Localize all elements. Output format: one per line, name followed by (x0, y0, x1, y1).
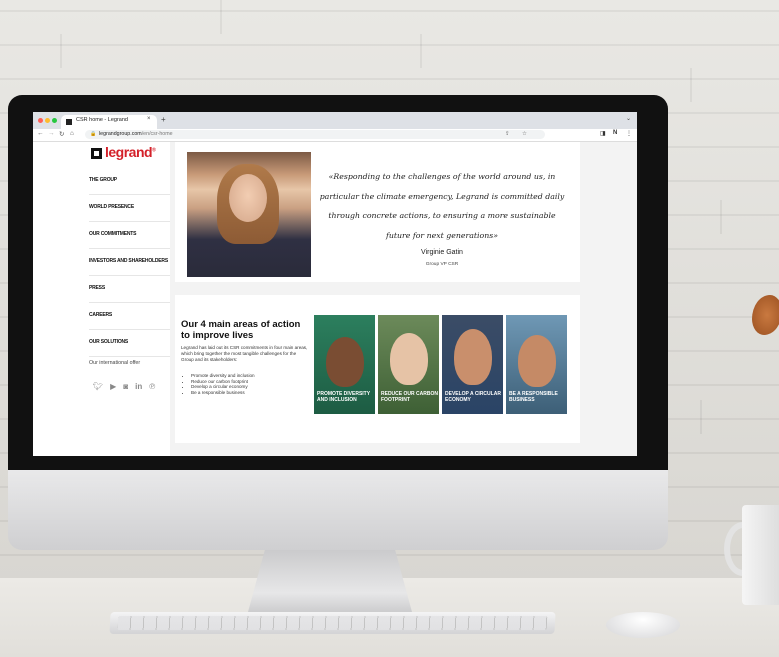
menu-item-the-group[interactable]: THE GROUP (89, 168, 170, 195)
bookmark-star-icon[interactable]: ☆ (522, 131, 527, 137)
logo-mark-icon (91, 148, 102, 159)
extension-icon[interactable]: N (613, 130, 617, 136)
sidebar-toggle-icon[interactable]: ◨ (600, 130, 606, 137)
browser-window: CSR home - Legrand × + ⌄ ← → ↻ ⌂ 🔒 legra… (33, 112, 637, 456)
menu-item-world-presence[interactable]: WORLD PRESENCE (89, 195, 170, 222)
coffee-mug (742, 505, 779, 605)
tab-title: CSR home - Legrand (76, 117, 128, 123)
instagram-icon[interactable]: ◙ (123, 382, 128, 391)
list-item: Be a responsible business (191, 390, 319, 396)
main-menu: THE GROUP WORLD PRESENCE OUR COMMITMENTS… (89, 168, 170, 357)
keyboard (109, 612, 556, 634)
maximize-window-dot[interactable] (52, 118, 57, 123)
browser-toolbar: ← → ↻ ⌂ 🔒 legrandgroup.com/en/csr-home ⇪… (33, 129, 637, 142)
site-sidebar: legrand® THE GROUP WORLD PRESENCE OUR CO… (33, 142, 170, 456)
back-arrow-icon[interactable]: ← (37, 130, 44, 137)
action-areas-card: Our 4 main areas of action to improve li… (175, 295, 580, 443)
monitor-chin (8, 470, 668, 550)
areas-heading: Our 4 main areas of action to improve li… (181, 319, 301, 341)
tab-search-chevron-icon[interactable]: ⌄ (626, 115, 631, 122)
tile-carbon-footprint[interactable]: REDUCE OUR CARBON FOOTPRINT (378, 315, 439, 414)
address-bar[interactable]: 🔒 legrandgroup.com/en/csr-home ⇪ ☆ (85, 130, 545, 139)
lock-icon: 🔒 (90, 131, 97, 137)
menu-item-investors[interactable]: INVESTORS AND SHAREHOLDERS (89, 249, 170, 276)
menu-item-our-solutions[interactable]: OUR SOLUTIONS (89, 330, 170, 357)
tile-responsible-business[interactable]: BE A RESPONSIBLE BUSINESS (506, 315, 567, 414)
quote-card: «Responding to the challenges of the wor… (175, 142, 580, 282)
youtube-icon[interactable]: ▶ (110, 382, 116, 391)
menu-item-press[interactable]: PRESS (89, 276, 170, 303)
menu-item-careers[interactable]: CAREERS (89, 303, 170, 330)
csr-quote: «Responding to the challenges of the wor… (319, 172, 565, 240)
minimize-window-dot[interactable] (45, 118, 50, 123)
url-text: legrandgroup.com/en/csr-home (99, 131, 173, 137)
logo-text: legrand® (105, 144, 156, 160)
international-offer-link[interactable]: Our international offer (89, 360, 140, 366)
areas-bullet-list: Promote diversity and inclusion Reduce o… (181, 373, 319, 395)
new-tab-button[interactable]: + (161, 115, 166, 124)
close-window-dot[interactable] (38, 118, 43, 123)
favicon-icon (66, 119, 72, 125)
close-tab-icon[interactable]: × (147, 116, 151, 122)
home-icon[interactable]: ⌂ (70, 130, 74, 137)
tile-diversity-inclusion[interactable]: PROMOTE DIVERSITY AND INCLUSION (314, 315, 375, 414)
share-icon[interactable]: ⇪ (505, 131, 510, 137)
web-page: legrand® THE GROUP WORLD PRESENCE OUR CO… (33, 142, 637, 456)
menu-item-our-commitments[interactable]: OUR COMMITMENTS (89, 222, 170, 249)
linkedin-icon[interactable]: in (135, 382, 142, 391)
areas-description: Legrand has laid out its CSR commitments… (181, 345, 308, 362)
tile-circular-economy[interactable]: DEVELOP A CIRCULAR ECONOMY (442, 315, 503, 414)
legrand-logo[interactable]: legrand® (91, 144, 156, 163)
mouse (606, 612, 680, 638)
tab-strip: CSR home - Legrand × + ⌄ (33, 112, 637, 129)
portrait-photo (187, 152, 311, 277)
quote-author-role: Group VP CSR (425, 262, 459, 267)
quote-author-name: Virginie Gatin (421, 249, 463, 256)
forward-arrow-icon[interactable]: → (48, 130, 55, 137)
browser-tab[interactable]: CSR home - Legrand × (61, 115, 157, 129)
social-links: 🐦︎ ▶ ◙ in ℗ (93, 382, 162, 391)
pinterest-icon[interactable]: ℗ (149, 382, 155, 391)
reload-icon[interactable]: ↻ (59, 130, 64, 138)
twitter-icon[interactable]: 🐦︎ (93, 382, 103, 391)
menu-kebab-icon[interactable]: ⋮ (626, 130, 632, 137)
